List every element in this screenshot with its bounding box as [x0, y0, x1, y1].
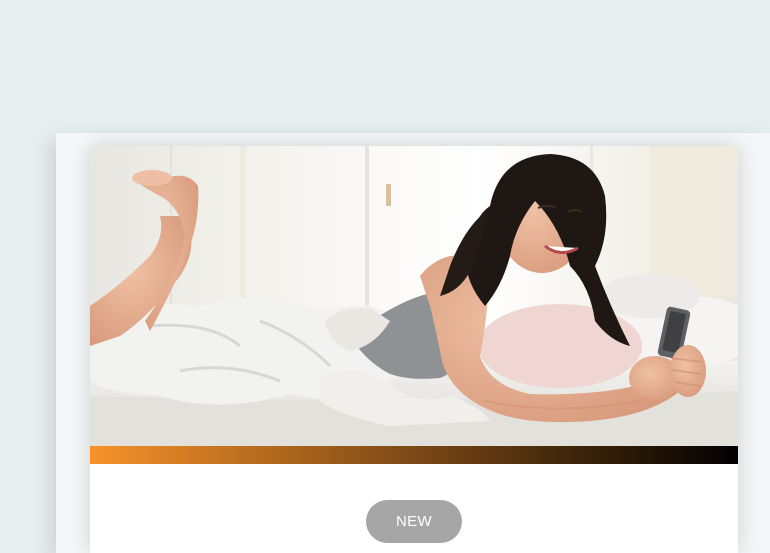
- page-stage: NEW: [0, 0, 770, 553]
- new-badge: NEW: [366, 500, 462, 543]
- accent-gradient-bar: [90, 446, 738, 464]
- promo-card[interactable]: NEW: [90, 146, 738, 553]
- hero-image: [90, 146, 738, 446]
